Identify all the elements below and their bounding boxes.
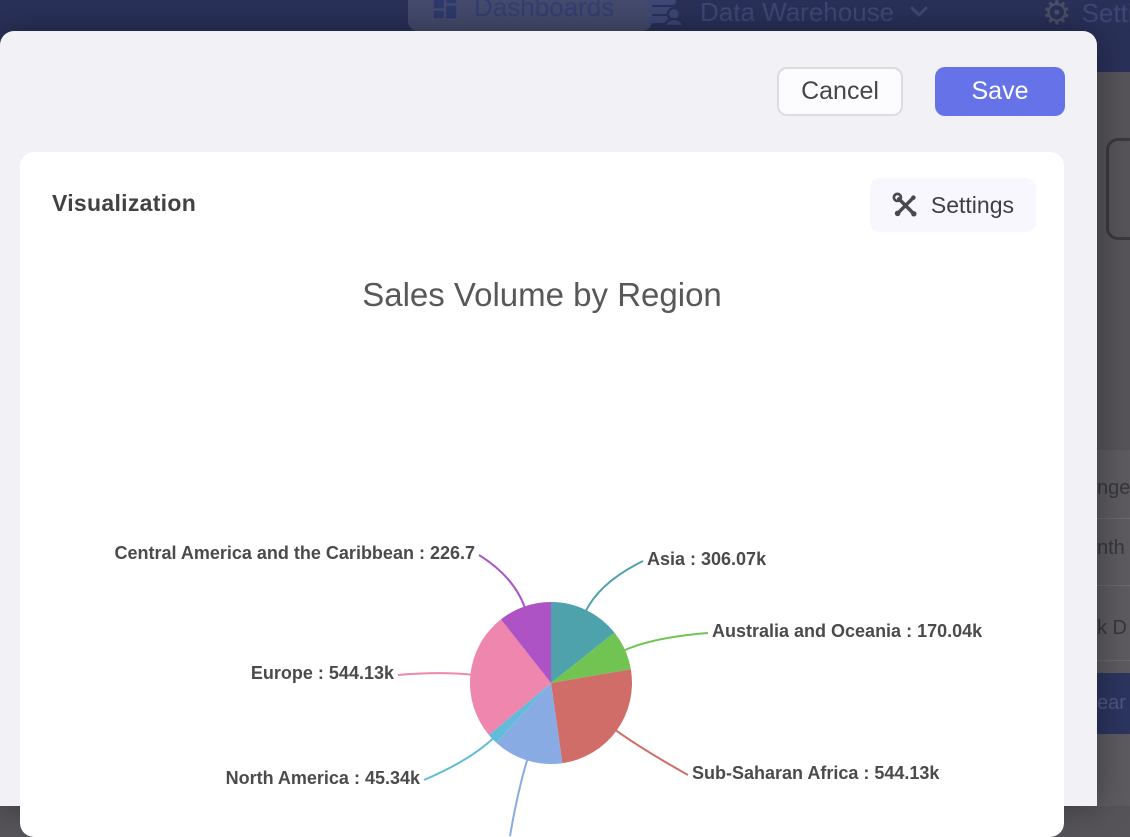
nav-item-data-warehouse[interactable]: Data Warehouse	[646, 0, 928, 28]
background-page-strip: nge nth k D eek ear	[1097, 72, 1130, 806]
menu-divider	[1097, 660, 1130, 661]
nav-item-label: Dashboards	[474, 0, 614, 23]
visualization-card: Visualization Settings Sales Volume by R…	[20, 152, 1064, 837]
label-leader-line	[585, 561, 643, 612]
pie-label: Sub-Saharan Africa : 544.13k	[692, 763, 939, 784]
menu-divider	[1097, 518, 1130, 519]
nav-item-dashboards[interactable]: Dashboards	[408, 0, 652, 31]
label-leader-line	[510, 758, 528, 836]
nav-item-label: Data Warehouse	[700, 0, 894, 28]
menu-divider	[1097, 585, 1130, 586]
gear-icon: ⚙	[1042, 0, 1072, 28]
pie-slice-sub-saharan-africa[interactable]	[551, 669, 632, 763]
database-user-icon	[646, 0, 684, 28]
background-dropdown-menu: nge nth k D eek	[1097, 450, 1130, 806]
menu-item-fragment[interactable]: nge	[1097, 478, 1130, 498]
background-menu-item-selected[interactable]: ear	[1097, 673, 1130, 734]
cancel-button[interactable]: Cancel	[777, 67, 903, 116]
menu-item-fragment[interactable]: k D	[1097, 618, 1127, 638]
pie-label: Europe : 544.13k	[251, 663, 394, 684]
chevron-down-icon	[910, 6, 928, 18]
pie-chart: Asia : 306.07k Australia and Oceania : 17…	[20, 152, 1064, 837]
background-outlined-button	[1106, 138, 1130, 240]
nav-item-label: Settings	[1082, 0, 1130, 29]
pie-label: Australia and Oceania : 170.04k	[712, 621, 982, 642]
nav-item-settings[interactable]: ⚙ Settings	[1042, 0, 1130, 30]
label-leader-line	[424, 738, 494, 780]
label-leader-line	[615, 730, 688, 775]
pie-label: Central America and the Caribbean : 226.…	[115, 543, 475, 564]
edit-visualization-modal: Cancel Save Visualization Settings Sales…	[0, 31, 1097, 806]
dashboard-icon	[430, 0, 460, 22]
menu-item-fragment[interactable]: nth	[1097, 538, 1125, 558]
label-leader-line	[398, 673, 472, 675]
pie-svg	[20, 152, 1064, 837]
label-leader-line	[623, 633, 708, 651]
pie-label: Asia : 306.07k	[647, 549, 766, 570]
menu-item-fragment: ear	[1097, 693, 1126, 713]
pie-label: North America : 45.34k	[226, 768, 420, 789]
label-leader-line	[479, 555, 525, 608]
save-button[interactable]: Save	[935, 67, 1065, 116]
